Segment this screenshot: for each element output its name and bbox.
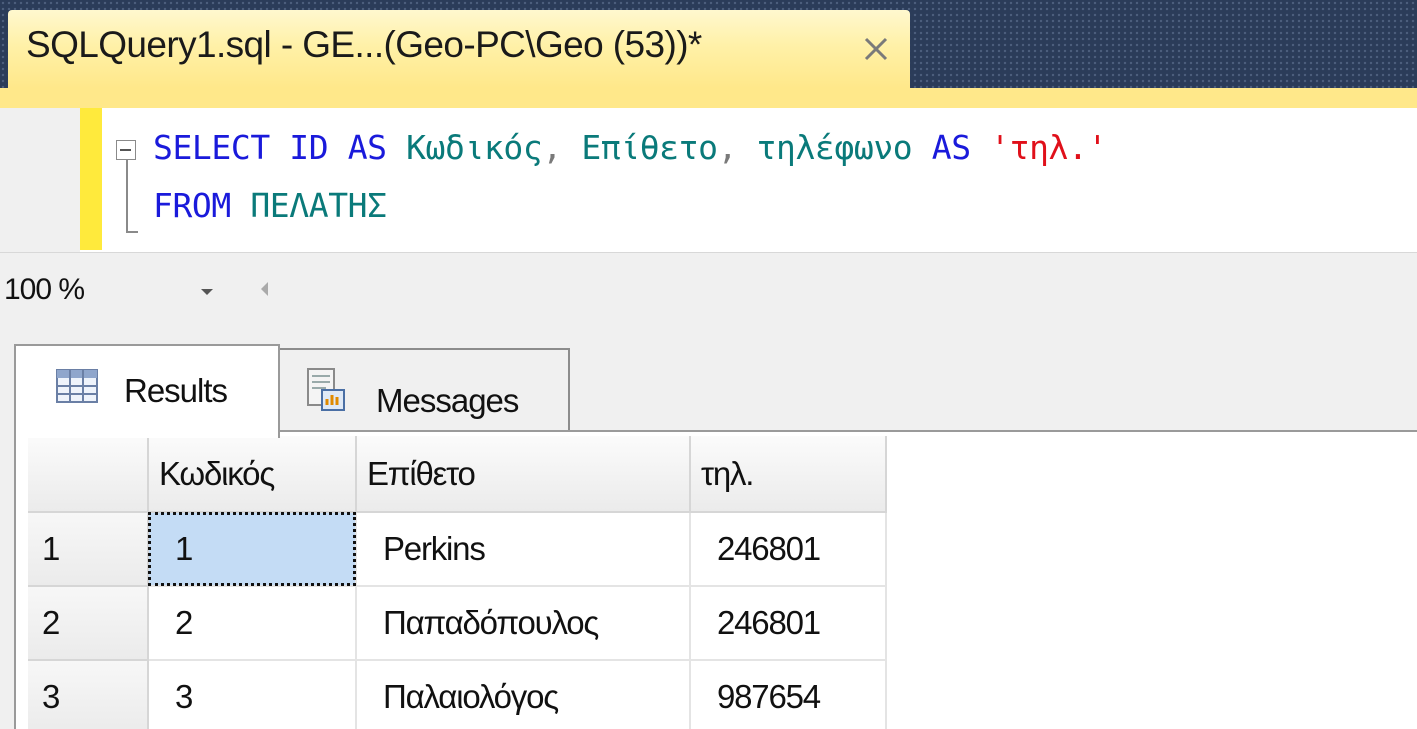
zoom-bar: 100 % <box>0 252 1417 326</box>
active-tab-underline <box>0 88 1417 108</box>
results-table: Κωδικός Επίθετο τηλ. 1 1 Perkins 246801 … <box>28 436 887 729</box>
column-epitheto: Επίθετο <box>581 128 718 167</box>
row-number[interactable]: 2 <box>28 586 149 661</box>
tab-messages[interactable]: Messages <box>278 348 570 438</box>
tab-results[interactable]: Results <box>14 344 280 438</box>
cell-id[interactable]: 1 <box>148 512 357 587</box>
row-number[interactable]: 1 <box>28 512 149 587</box>
keyword-select: SELECT <box>153 128 270 167</box>
table-name: ΠΕΛΑΤΗΣ <box>250 186 387 225</box>
query-editor[interactable]: SELECT ID AS Κωδικός, Επίθετο, τηλέφωνο … <box>0 108 1417 252</box>
editor-gutter <box>0 108 80 252</box>
cell-surname[interactable]: Perkins <box>356 512 691 587</box>
comma: , <box>542 128 562 167</box>
row-number[interactable]: 3 <box>28 660 149 729</box>
cell-phone[interactable]: 246801 <box>690 512 887 587</box>
tab-messages-label: Messages <box>376 382 519 419</box>
cell-id[interactable]: 3 <box>148 660 357 729</box>
outline-line-end <box>126 231 138 233</box>
results-pane: Results Messages Κωδικός Επίθετο τηλ. 1 <box>0 326 1417 729</box>
column-header-kodikos[interactable]: Κωδικός <box>148 436 357 513</box>
cell-phone[interactable]: 246801 <box>690 586 887 661</box>
table-row: 1 1 Perkins 246801 <box>28 512 887 587</box>
code-line-2: FROM ΠΕΛΑΤΗΣ <box>153 186 387 225</box>
keyword-as: AS <box>347 128 387 167</box>
tab-results-label: Results <box>124 372 228 409</box>
document-tab[interactable]: SQLQuery1.sql - GE...(Geo-PC\Geo (53))* <box>8 10 910 88</box>
row-number-header[interactable] <box>28 436 149 513</box>
results-grid: Κωδικός Επίθετο τηλ. 1 1 Perkins 246801 … <box>14 430 1417 729</box>
zoom-level[interactable]: 100 % <box>4 273 85 307</box>
cell-phone[interactable]: 987654 <box>690 660 887 729</box>
change-tracking-bar <box>80 108 102 250</box>
alias-string: 'τηλ.' <box>990 128 1107 167</box>
keyword-from: FROM <box>153 186 231 225</box>
grid-icon <box>56 369 98 403</box>
column-id: ID <box>289 128 329 167</box>
messages-icon <box>307 368 345 411</box>
alias-kodikos: Κωδικός <box>406 128 543 167</box>
document-tab-strip: SQLQuery1.sql - GE...(Geo-PC\Geo (53))* <box>0 0 1417 88</box>
document-tab-title: SQLQuery1.sql - GE...(Geo-PC\Geo (53))* <box>26 24 702 65</box>
table-row: 3 3 Παλαιολόγος 987654 <box>28 660 887 729</box>
chevron-down-icon[interactable] <box>196 283 218 301</box>
cell-surname[interactable]: Παπαδόπουλος <box>356 586 691 661</box>
header-row: Κωδικός Επίθετο τηλ. <box>28 436 887 513</box>
outline-line <box>126 160 128 232</box>
column-tilefono: τηλέφωνο <box>756 128 913 167</box>
code-line-1: SELECT ID AS Κωδικός, Επίθετο, τηλέφωνο … <box>153 128 1107 167</box>
cell-surname[interactable]: Παλαιολόγος <box>356 660 691 729</box>
scroll-left-icon[interactable] <box>254 277 274 301</box>
keyword-as: AS <box>931 128 971 167</box>
close-icon[interactable] <box>856 29 896 69</box>
collapse-icon[interactable] <box>116 140 136 160</box>
column-header-til[interactable]: τηλ. <box>690 436 887 513</box>
cell-id[interactable]: 2 <box>148 586 357 661</box>
column-header-epitheto[interactable]: Επίθετο <box>356 436 691 513</box>
comma: , <box>717 128 738 167</box>
table-row: 2 2 Παπαδόπουλος 246801 <box>28 586 887 661</box>
